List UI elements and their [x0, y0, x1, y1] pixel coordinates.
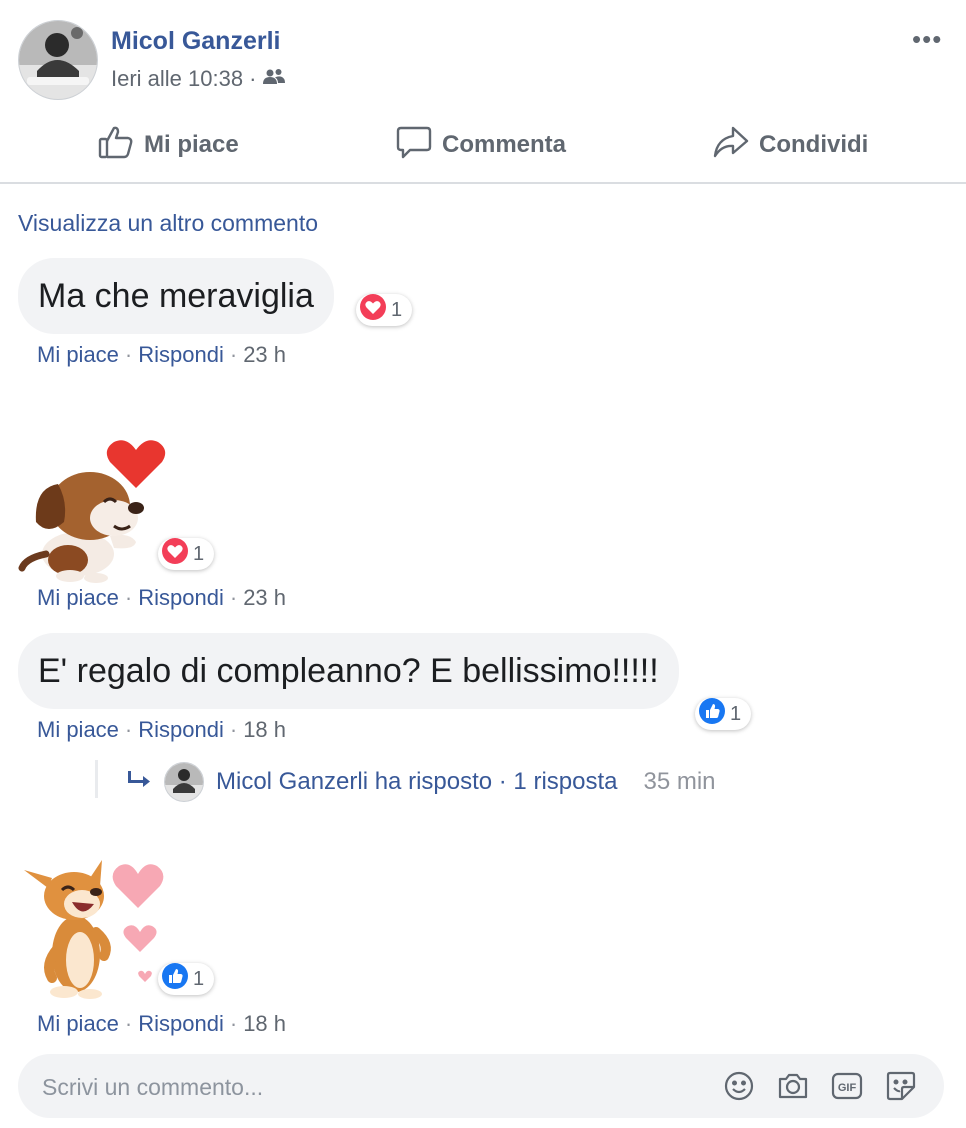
sticker-icon[interactable] — [884, 1069, 918, 1103]
friends-audience-icon[interactable] — [262, 66, 286, 92]
comment-button[interactable]: Commenta — [396, 122, 566, 168]
gif-icon[interactable]: GIF — [830, 1069, 864, 1103]
comment-like-link[interactable]: Mi piace — [37, 585, 119, 611]
comment-bubble-icon — [396, 124, 432, 167]
replies-summary: Micol Ganzerli ha risposto · 1 risposta — [216, 768, 618, 795]
comment-bubble[interactable]: Ma che meraviglia — [18, 258, 334, 334]
view-replies-link[interactable]: Micol Ganzerli ha risposto · 1 risposta … — [128, 762, 716, 802]
comment-text: E' regalo di compleanno? E bellissimo!!!… — [38, 652, 659, 690]
comment-time[interactable]: 23 h — [243, 342, 286, 368]
reply-thread-line — [95, 760, 98, 798]
share-arrow-icon — [713, 124, 749, 167]
like-label: Mi piace — [144, 131, 239, 158]
more-options-button[interactable]: ••• — [912, 24, 942, 55]
comment-actions: Mi piace · Rispondi · 18 h — [37, 1011, 286, 1037]
camera-icon[interactable] — [776, 1069, 810, 1103]
comment-time[interactable]: 18 h — [243, 717, 286, 743]
separator-dot: · — [124, 717, 133, 742]
comment-input[interactable] — [40, 1068, 684, 1106]
thumbs-up-icon — [98, 124, 134, 167]
post-meta: Ieri alle 10:38 · — [111, 66, 286, 92]
separator-dot: · — [229, 342, 238, 367]
reply-author-avatar — [164, 762, 204, 802]
comment-reaction-summary[interactable]: 1 — [158, 537, 215, 571]
like-reaction-icon — [161, 962, 189, 996]
separator-dot: · — [124, 1011, 133, 1036]
comment-like-link[interactable]: Mi piace — [37, 1011, 119, 1037]
comment-like-link[interactable]: Mi piace — [37, 342, 119, 368]
separator-dot: · — [124, 342, 133, 367]
share-button[interactable]: Condividi — [713, 122, 868, 168]
separator-dot: · — [229, 717, 238, 742]
action-row-divider — [0, 182, 966, 184]
comment-label: Commenta — [442, 131, 567, 158]
view-more-comments-link[interactable]: Visualizza un altro commento — [18, 210, 318, 237]
author-avatar[interactable] — [18, 20, 98, 100]
comment-reply-link[interactable]: Rispondi — [138, 342, 224, 368]
reply-arrow-icon — [128, 768, 152, 796]
comment-actions: Mi piace · Rispondi · 18 h — [37, 717, 286, 743]
comment-actions: Mi piace · Rispondi · 23 h — [37, 585, 286, 611]
emoji-icon[interactable] — [722, 1069, 756, 1103]
beagle-heart-sticker — [18, 432, 168, 584]
like-reaction-icon — [698, 697, 726, 731]
comment-reply-link[interactable]: Rispondi — [138, 717, 224, 743]
reply-time: 35 min — [643, 768, 716, 795]
post-author-name[interactable]: Micol Ganzerli — [111, 27, 280, 56]
comment-actions: Mi piace · Rispondi · 23 h — [37, 342, 286, 368]
reaction-count: 1 — [193, 967, 205, 990]
comment-reply-link[interactable]: Rispondi — [138, 585, 224, 611]
share-label: Condividi — [759, 131, 869, 158]
corgi-hearts-sticker — [18, 852, 170, 1002]
comment-bubble[interactable]: E' regalo di compleanno? E bellissimo!!!… — [18, 633, 679, 709]
meta-separator: · — [249, 66, 257, 91]
reaction-count: 1 — [193, 542, 205, 565]
love-reaction-icon — [359, 293, 387, 327]
like-button[interactable]: Mi piace — [98, 122, 239, 168]
reaction-count: 1 — [391, 298, 403, 321]
separator-dot: · — [229, 585, 238, 610]
composer-tools: GIF — [722, 1069, 918, 1103]
comment-reaction-summary[interactable]: 1 — [158, 962, 215, 996]
reaction-count: 1 — [730, 702, 742, 725]
svg-text:GIF: GIF — [838, 1082, 857, 1094]
comment-reply-link[interactable]: Rispondi — [138, 1011, 224, 1037]
comment-time[interactable]: 23 h — [243, 585, 286, 611]
separator-dot: · — [124, 585, 133, 610]
comment-like-link[interactable]: Mi piace — [37, 717, 119, 743]
comment-composer: GIF — [18, 1054, 944, 1118]
comment-reaction-summary[interactable]: 1 — [695, 697, 752, 731]
post-timestamp[interactable]: Ieri alle 10:38 — [111, 66, 243, 92]
separator-dot: · — [229, 1011, 238, 1036]
comment-time[interactable]: 18 h — [243, 1011, 286, 1037]
love-reaction-icon — [161, 537, 189, 571]
comment-text: Ma che meraviglia — [38, 277, 314, 315]
comment-reaction-summary[interactable]: 1 — [356, 293, 413, 327]
